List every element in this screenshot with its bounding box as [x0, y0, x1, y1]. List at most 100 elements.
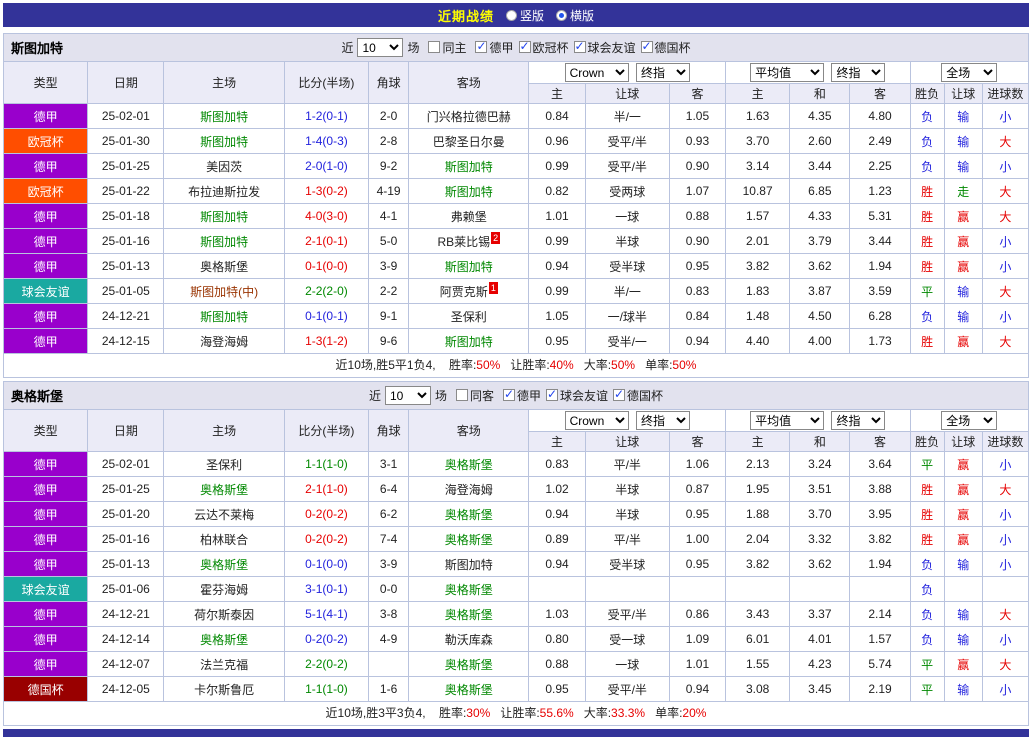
away-team[interactable]: 奥格斯堡 — [408, 601, 530, 627]
filter-label: 德国杯 — [654, 40, 691, 55]
filter-同主[interactable]: 同主 — [428, 39, 466, 56]
away-team[interactable]: 门兴格拉德巴赫 — [408, 103, 530, 129]
home-team[interactable]: 奥格斯堡 — [163, 476, 285, 502]
avg-odds-draw: 4.50 — [789, 303, 851, 329]
home-team[interactable]: 斯图加特 — [163, 203, 285, 229]
filter-德甲[interactable]: 德甲 — [503, 387, 541, 404]
filter-德甲[interactable]: 德甲 — [475, 39, 514, 56]
home-team[interactable]: 斯图加特 — [163, 103, 285, 129]
handicap-result-cell: 赢 — [943, 228, 983, 254]
corner-cell: 2-2 — [368, 278, 410, 304]
corner-cell: 6-4 — [368, 476, 410, 502]
recent-count-select[interactable]: 10 — [357, 38, 404, 57]
avg-odds-away — [849, 576, 911, 602]
home-team[interactable]: 奥格斯堡 — [163, 253, 285, 279]
goals-result-cell: 小 — [981, 303, 1030, 329]
away-team[interactable]: 巴黎圣日尔曼 — [408, 128, 530, 154]
home-team[interactable]: 卡尔斯鲁厄 — [163, 676, 285, 702]
col-away: 客场 — [408, 61, 530, 104]
average-select[interactable]: 平均值 — [750, 411, 825, 430]
match-row: 德甲 25-01-16 柏林联合 0-2(0-2) 7-4 奥格斯堡 0.89 平/半 1.00… — [2, 526, 1030, 552]
odds-stage-select[interactable]: 终指 — [635, 411, 690, 430]
away-team[interactable]: 斯图加特 — [408, 178, 530, 204]
corner-cell: 9-2 — [368, 153, 410, 179]
away-team[interactable]: 奥格斯堡 — [408, 676, 530, 702]
away-team[interactable]: 勒沃库森 — [408, 626, 530, 652]
away-team[interactable]: 斯图加特 — [408, 253, 530, 279]
checkbox-icon[interactable] — [546, 387, 559, 402]
home-team[interactable]: 霍芬海姆 — [163, 576, 285, 602]
away-team[interactable]: 斯图加特 — [408, 153, 530, 179]
recent-count-select[interactable]: 10 — [384, 386, 431, 405]
home-team[interactable]: 斯图加特(中) — [163, 278, 285, 304]
checkbox-icon[interactable] — [518, 39, 531, 54]
home-team[interactable]: 斯图加特 — [163, 128, 285, 154]
away-team[interactable]: 奥格斯堡 — [408, 526, 530, 552]
checkbox-icon[interactable] — [428, 41, 441, 54]
away-team[interactable]: 斯图加特 — [408, 328, 530, 354]
checkbox-icon[interactable] — [503, 387, 515, 402]
match-row: 德甲 25-01-25 奥格斯堡 2-1(1-0) 6-4 海登海姆 1.02 半球 0.87 1… — [2, 476, 1030, 502]
away-team[interactable]: 奥格斯堡 — [408, 651, 530, 677]
home-team[interactable]: 斯图加特 — [163, 228, 285, 254]
summary-stat: 胜率:30% — [439, 706, 490, 720]
handicap-odds-away: 0.90 — [668, 228, 727, 254]
avg-odds-draw — [789, 576, 851, 602]
home-team[interactable]: 荷尔斯泰因 — [163, 601, 285, 627]
checkbox-icon[interactable] — [455, 389, 468, 402]
away-team[interactable]: 斯图加特 — [408, 551, 530, 577]
home-team[interactable]: 云达不莱梅 — [163, 501, 285, 527]
result-cell: 负 — [909, 303, 945, 329]
average-stage-select[interactable]: 终指 — [831, 63, 886, 82]
average-select[interactable]: 平均值 — [750, 63, 825, 82]
home-team[interactable]: 奥格斯堡 — [163, 551, 285, 577]
average-stage-select[interactable]: 终指 — [831, 411, 886, 430]
away-team[interactable]: 海登海姆 — [408, 476, 530, 502]
checkbox-icon[interactable] — [475, 39, 488, 54]
view-mode-option[interactable]: 横版 — [556, 7, 594, 24]
away-team[interactable]: 奥格斯堡 — [408, 501, 530, 527]
home-team[interactable]: 柏林联合 — [163, 526, 285, 552]
home-team[interactable]: 斯图加特 — [163, 303, 285, 329]
away-team[interactable]: 阿贾克斯 1 — [408, 278, 530, 304]
scope-select[interactable]: 全场 — [941, 411, 998, 430]
away-team[interactable]: 弗赖堡 — [408, 203, 530, 229]
result-cell: 胜 — [909, 501, 945, 527]
radio-icon[interactable] — [556, 9, 567, 21]
avg-odds-home: 3.82 — [725, 551, 791, 577]
home-team[interactable]: 圣保利 — [163, 451, 285, 477]
col-odds-handicap: 让球 — [584, 431, 670, 452]
odds-stage-select[interactable]: 终指 — [635, 63, 690, 82]
filter-球会友谊[interactable]: 球会友谊 — [546, 387, 608, 404]
corner-cell: 4-1 — [368, 203, 410, 229]
filter-德国杯[interactable]: 德国杯 — [613, 387, 663, 404]
home-team[interactable]: 美因茨 — [163, 153, 285, 179]
section-header: 奥格斯堡 近 10 场 同客 德甲 球会友谊 德国杯 — [3, 381, 1029, 409]
avg-odds-away: 3.88 — [849, 476, 911, 502]
view-mode-option[interactable]: 竖版 — [505, 7, 544, 24]
checkbox-icon[interactable] — [613, 387, 626, 402]
league-cell: 德甲 — [2, 526, 89, 552]
away-team[interactable]: 奥格斯堡 — [408, 576, 530, 602]
filter-球会友谊[interactable]: 球会友谊 — [573, 39, 636, 56]
filter-德国杯[interactable]: 德国杯 — [640, 39, 691, 56]
scope-select[interactable]: 全场 — [941, 63, 998, 82]
away-team[interactable]: 奥格斯堡 — [408, 451, 530, 477]
filter-欧冠杯[interactable]: 欧冠杯 — [518, 39, 569, 56]
summary-stat: 胜率:50% — [449, 358, 500, 372]
checkbox-icon[interactable] — [640, 39, 653, 54]
away-team[interactable]: 圣保利 — [408, 303, 530, 329]
bookmaker-select[interactable]: Crown — [564, 63, 629, 82]
bookmaker-select[interactable]: Crown — [564, 411, 629, 430]
home-team[interactable]: 海登海姆 — [163, 328, 285, 354]
checkbox-icon[interactable] — [573, 39, 586, 54]
home-team[interactable]: 布拉迪斯拉发 — [163, 178, 285, 204]
home-team[interactable]: 法兰克福 — [163, 651, 285, 677]
home-team[interactable]: 奥格斯堡 — [163, 626, 285, 652]
away-team[interactable]: RB莱比锡 2 — [408, 228, 530, 254]
radio-icon[interactable] — [505, 9, 517, 21]
goals-result-cell: 大 — [981, 278, 1030, 304]
goals-result-cell: 大 — [981, 328, 1030, 354]
filter-同客[interactable]: 同客 — [455, 387, 494, 404]
avg-odds-away: 3.82 — [849, 526, 911, 552]
